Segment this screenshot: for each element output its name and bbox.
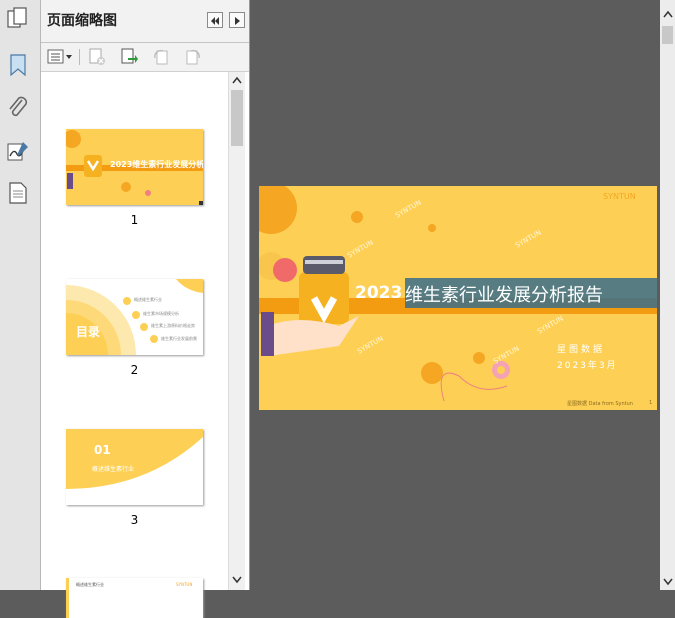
thumbnail-4-brand: SYNTUN bbox=[176, 582, 193, 587]
scrollbar-thumb[interactable] bbox=[662, 26, 673, 44]
scroll-up-icon[interactable] bbox=[663, 10, 673, 18]
watermark-text: SYNTUN bbox=[346, 239, 375, 260]
thumbnail-1-title: 2023维生素行业发展分析报告 bbox=[110, 160, 203, 169]
right-arrow-icon[interactable] bbox=[229, 12, 245, 28]
page-thumbnails-panel: 页面缩略图 2023维生素行业发展分析 1 目录 概述维生素行业 维生素市场规模… bbox=[41, 0, 249, 618]
thumbnail-page-4[interactable]: 概述维生素行业 SYNTUN bbox=[66, 578, 203, 618]
thumbnail-page-3[interactable]: 01 概述维生素行业 bbox=[66, 429, 203, 505]
navigation-tool-strip bbox=[0, 0, 41, 590]
slide-subtitle: 星图数据 bbox=[557, 345, 606, 355]
brand-logo: SYNTUN bbox=[603, 192, 636, 201]
rotate-ccw-icon[interactable] bbox=[151, 48, 171, 66]
watermark-text: SYNTUN bbox=[514, 229, 543, 250]
thumbnail-2-item: 维生素行业发展前景 bbox=[161, 336, 197, 341]
watermark-text: SYNTUN bbox=[536, 315, 565, 336]
thumbnail-2-item: 维生素市场规模分析 bbox=[143, 311, 179, 316]
thumbnail-4-heading: 概述维生素行业 bbox=[76, 582, 104, 587]
watermark-text: SYNTUN bbox=[356, 335, 385, 356]
panel-header: 页面缩略图 bbox=[41, 0, 249, 43]
scroll-up-icon[interactable] bbox=[232, 76, 242, 84]
viewer-scrollbar[interactable] bbox=[660, 0, 675, 590]
slide-year: 2023 bbox=[355, 283, 403, 303]
slide-title: 维生素行业发展分析报告 bbox=[405, 285, 603, 306]
thumbnail-page-2[interactable]: 目录 概述维生素行业 维生素市场规模分析 维生素上游原料价格走势 维生素行业发展… bbox=[66, 279, 203, 355]
scroll-down-icon[interactable] bbox=[663, 578, 673, 586]
thumbnail-scrollbar[interactable] bbox=[228, 72, 245, 590]
thumbnail-list[interactable]: 2023维生素行业发展分析报告 1 目录 概述维生素行业 维生素市场规模分析 维… bbox=[41, 72, 229, 618]
thumbnail-3-section-title: 概述维生素行业 bbox=[92, 466, 135, 473]
watermark-text: SYNTUN bbox=[394, 199, 423, 220]
thumbnail-2-item: 维生素上游原料价格走势 bbox=[151, 323, 195, 328]
watermark-text: SYNTUN bbox=[492, 345, 521, 366]
insert-page-icon[interactable] bbox=[119, 48, 139, 66]
slide-page-number: 1 bbox=[649, 400, 653, 406]
bookmark-icon[interactable] bbox=[5, 52, 31, 78]
pages-icon[interactable] bbox=[5, 6, 31, 32]
scrollbar-thumb[interactable] bbox=[231, 90, 243, 146]
slide-date: 2023年3月 bbox=[557, 361, 618, 371]
thumbnail-3-number: 3 bbox=[130, 513, 139, 527]
thumbnail-toolbar bbox=[41, 43, 249, 72]
thumbnail-3-section-number: 01 bbox=[94, 443, 111, 457]
thumbnail-2-heading: 目录 bbox=[76, 325, 101, 339]
delete-page-icon[interactable] bbox=[87, 48, 107, 66]
thumbnail-2-number: 2 bbox=[130, 363, 139, 377]
thumbnail-page-1[interactable]: 2023维生素行业发展分析报告 bbox=[66, 129, 203, 205]
rotate-cw-icon[interactable] bbox=[183, 48, 203, 66]
page-1-slide[interactable]: SYNTUN SYNTUN SYNTUN SYNTUN SYNTUN SYNTU… bbox=[259, 186, 657, 410]
panel-title: 页面缩略图 bbox=[47, 13, 117, 29]
thumbnail-2-item: 概述维生素行业 bbox=[134, 297, 162, 302]
slide-footer: 星图数据 Data from Syntun bbox=[567, 401, 633, 407]
thumbnail-1-number: 1 bbox=[130, 213, 139, 227]
paperclip-icon[interactable] bbox=[5, 94, 31, 120]
signature-icon[interactable] bbox=[5, 138, 31, 164]
document-icon[interactable] bbox=[5, 180, 31, 206]
double-left-arrow-icon[interactable] bbox=[207, 12, 223, 28]
scroll-down-icon[interactable] bbox=[232, 576, 242, 584]
options-menu-icon[interactable] bbox=[47, 48, 75, 66]
